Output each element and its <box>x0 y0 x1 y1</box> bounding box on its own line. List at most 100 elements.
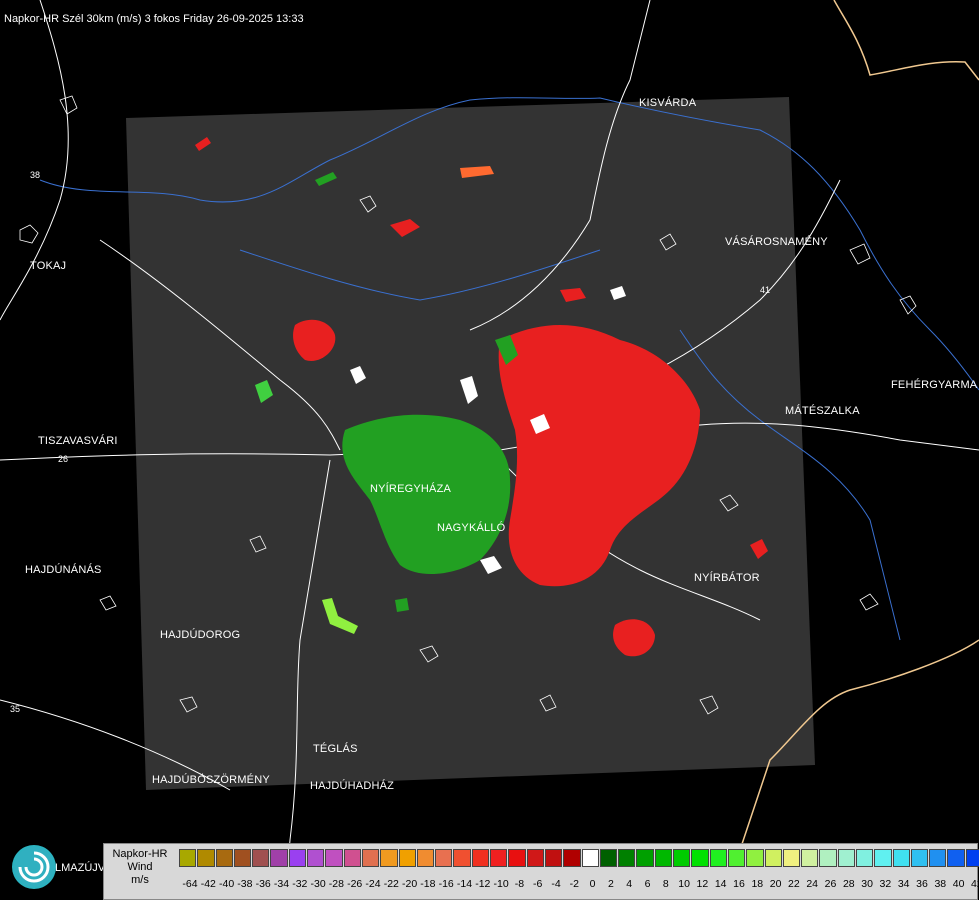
legend-tick-label: -8 <box>514 878 525 890</box>
legend-swatch <box>910 849 929 867</box>
legend-tick-label: -30 <box>310 878 326 890</box>
legend-tick-label: -42 <box>200 878 216 890</box>
legend-swatch <box>947 849 965 867</box>
legend-swatch <box>197 849 215 867</box>
legend-swatch <box>855 849 874 867</box>
legend-tick-label: -10 <box>493 878 509 890</box>
road-number-35: 35 <box>10 704 20 714</box>
legend-swatch <box>837 849 855 867</box>
legend-tick-label: 4 <box>626 878 633 890</box>
legend-tick-label: -34 <box>273 878 290 890</box>
legend-swatch <box>563 849 581 867</box>
legend-tick-label: 8 <box>662 878 669 890</box>
legend-tick-label: 36 <box>916 878 928 890</box>
legend-tick-label: 20 <box>769 878 782 890</box>
legend-swatch <box>929 849 947 867</box>
legend-title-line2: Wind <box>127 861 153 873</box>
legend-tick-label: 24 <box>806 878 819 890</box>
legend-swatch <box>782 849 801 867</box>
legend-tick-label: 14 <box>714 878 727 890</box>
legend-swatch <box>618 849 636 867</box>
legend-swatch <box>709 849 727 867</box>
city-label-hajduboszormeny: HAJDÚBÖSZÖRMÉNY <box>152 774 270 786</box>
legend-tick-label: -16 <box>438 878 454 890</box>
legend-swatch <box>453 849 471 867</box>
legend-tick-label: -14 <box>456 878 473 890</box>
legend-tick-label: -40 <box>219 878 235 890</box>
legend-swatch <box>544 849 563 867</box>
legend-tick-label: 16 <box>733 878 745 890</box>
city-label-hajdunanas: HAJDÚNÁNÁS <box>25 564 102 576</box>
legend-swatch <box>654 849 673 867</box>
legend-swatch <box>874 849 892 867</box>
legend-tick-label: 2 <box>607 878 614 890</box>
legend-swatch <box>215 849 233 867</box>
road-number-38: 38 <box>30 170 40 180</box>
legend-tick-label: -12 <box>475 878 491 890</box>
legend-swatch <box>343 849 361 867</box>
city-label-kisvarda: KISVÁRDA <box>639 97 697 109</box>
legend-unit: m/s <box>131 874 149 886</box>
legend-tick-label: -20 <box>402 878 418 890</box>
legend-swatch <box>288 849 307 867</box>
legend-tick-label: -6 <box>533 878 543 890</box>
legend-swatch <box>746 849 764 867</box>
city-label-nagykallo: NAGYKÁLLÓ <box>437 522 506 534</box>
legend-tick-label: 30 <box>861 878 873 890</box>
legend-swatch <box>581 849 599 867</box>
legend-swatch <box>416 849 435 867</box>
legend-swatch <box>270 849 288 867</box>
legend-tick-label: 26 <box>824 878 837 890</box>
legend-swatch <box>307 849 325 867</box>
legend-swatch <box>727 849 746 867</box>
legend-tick-label: -64 <box>182 878 198 890</box>
legend-tick-label: -24 <box>365 878 381 890</box>
radar-logo-icon <box>12 845 56 889</box>
city-label-tokaj: TOKAJ <box>30 260 67 272</box>
legend-swatch <box>599 849 618 867</box>
city-label-hajduhadhaz: HAJDÚHADHÁZ <box>310 780 395 792</box>
echo-green-s <box>395 598 409 612</box>
legend-swatch <box>380 849 398 867</box>
legend-swatch <box>325 849 343 867</box>
legend-tick-label: -36 <box>255 878 271 890</box>
legend-swatch <box>691 849 709 867</box>
road-number-41: 41 <box>760 285 770 295</box>
legend-tick-label: -32 <box>292 878 308 890</box>
legend-swatch <box>252 849 270 867</box>
legend-tick-label: 10 <box>678 878 690 890</box>
legend-swatch <box>398 849 416 867</box>
city-label-mateszalka: MÁTÉSZALKA <box>785 405 860 417</box>
legend-swatch <box>819 849 837 867</box>
city-label-vasarosnameny: VÁSÁROSNAMÉNY <box>725 236 828 248</box>
legend-tick-label: -28 <box>328 878 344 890</box>
radar-map: 38 41 26 35 <box>0 0 979 900</box>
country-border <box>833 0 979 81</box>
city-label-hajdudorog: HAJDÚDOROG <box>160 629 241 641</box>
city-label-teglas: TÉGLÁS <box>313 743 358 755</box>
road-number-26: 26 <box>58 454 68 464</box>
legend-tick-label: 12 <box>696 878 709 890</box>
legend-swatch <box>361 849 380 867</box>
legend-swatch <box>233 849 252 867</box>
legend-title: Napkor-HR Wind m/s <box>104 844 176 899</box>
legend-ticks: -64 -42 -40 -38 -36 -34 -32 -30 -28 -26 -24 -22 -20-… <box>178 878 979 892</box>
legend-tick-label: -2 <box>569 878 579 890</box>
legend-swatch <box>526 849 544 867</box>
map-title: Napkor-HR Szél 30km (m/s) 3 fokos Friday… <box>4 13 304 25</box>
legend-tick-label: 42 <box>971 878 979 890</box>
legend-swatches <box>179 849 979 867</box>
city-label-nyiregyhaza: NYÍREGYHÁZA <box>370 483 452 495</box>
legend-tick-label: -18 <box>420 878 436 890</box>
legend-tick-label: 40 <box>952 878 965 890</box>
color-legend: Napkor-HR Wind m/s -64 -42 -40 -38 -36 -34 -32… <box>103 843 979 900</box>
legend-swatch <box>179 849 197 867</box>
legend-swatch <box>673 849 691 867</box>
city-label-nyirbator: NYÍRBÁTOR <box>694 572 760 584</box>
legend-tick-label: -26 <box>347 878 363 890</box>
legend-tick-label: -4 <box>551 878 561 890</box>
legend-swatch <box>965 849 979 867</box>
legend-swatch <box>471 849 490 867</box>
legend-swatch <box>435 849 453 867</box>
city-label-tiszavasvari: TISZAVASVÁRI <box>38 435 118 447</box>
